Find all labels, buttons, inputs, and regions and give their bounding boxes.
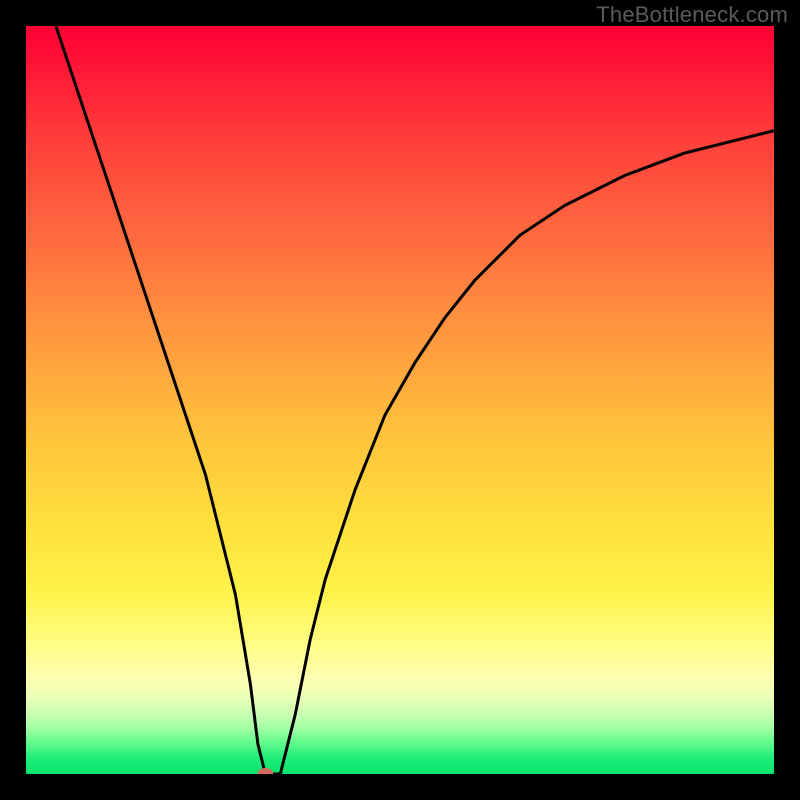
min-marker <box>257 768 273 774</box>
chart-frame <box>0 0 800 800</box>
curve-layer <box>26 26 774 774</box>
curve-line <box>56 26 774 774</box>
plot-area <box>26 26 774 774</box>
watermark-text: TheBottleneck.com <box>596 2 788 28</box>
